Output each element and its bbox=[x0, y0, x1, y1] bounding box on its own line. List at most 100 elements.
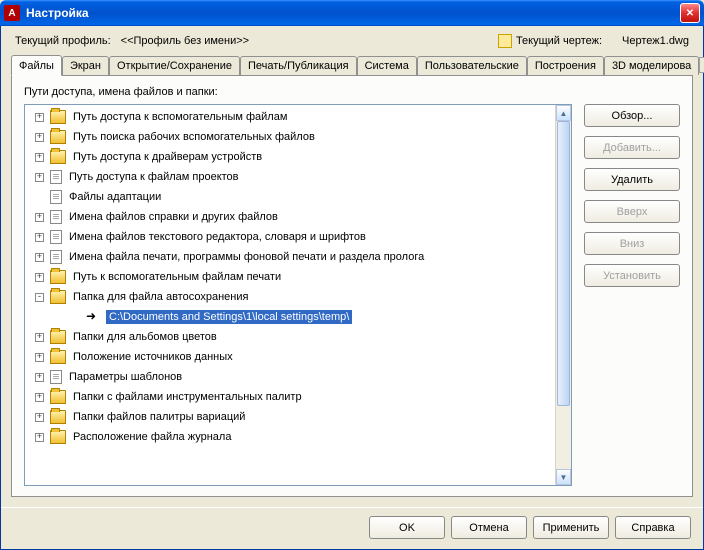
profile-row: Текущий профиль: <<Профиль без имени>> Т… bbox=[1, 26, 703, 54]
tree-label[interactable]: Имена файлов текстового редактора, слова… bbox=[66, 230, 369, 244]
tree-row[interactable]: + Имена файлов текстового редактора, слов… bbox=[25, 227, 555, 247]
expander[interactable]: + bbox=[35, 393, 44, 402]
tab-5[interactable]: Пользовательские bbox=[417, 56, 527, 75]
tree-row[interactable]: - Папка для файла автосохранения bbox=[25, 287, 555, 307]
side-button-0[interactable]: Обзор... bbox=[584, 104, 680, 127]
tree-label[interactable]: Путь доступа к файлам проектов bbox=[66, 170, 242, 184]
arrow-icon bbox=[86, 311, 102, 323]
tree-row[interactable]: + Путь к вспомогательным файлам печати bbox=[25, 267, 555, 287]
tree-row[interactable]: + Имена файлов справки и других файлов bbox=[25, 207, 555, 227]
folder-icon bbox=[50, 390, 66, 404]
expander[interactable]: + bbox=[35, 413, 44, 422]
tree-label[interactable]: Путь доступа к драйверам устройств bbox=[70, 150, 265, 164]
drawing-icon bbox=[498, 34, 512, 48]
tree-row[interactable]: + Путь поиска рабочих вспомогательных фай… bbox=[25, 127, 555, 147]
expander[interactable]: - bbox=[35, 293, 44, 302]
tree-label[interactable]: Файлы адаптации bbox=[66, 190, 164, 204]
tree-label[interactable]: Путь поиска рабочих вспомогательных файл… bbox=[70, 130, 318, 144]
tree-row[interactable]: + Папки с файлами инструментальных палитр bbox=[25, 387, 555, 407]
tree[interactable]: + Путь доступа к вспомогательным файлам + П… bbox=[25, 105, 555, 485]
folder-icon bbox=[50, 410, 66, 424]
expander bbox=[71, 313, 80, 322]
file-icon bbox=[50, 230, 62, 244]
expander[interactable]: + bbox=[35, 433, 44, 442]
panel-content: + Путь доступа к вспомогательным файлам + П… bbox=[24, 104, 680, 486]
scroll-down-button[interactable]: ▼ bbox=[556, 469, 571, 485]
vertical-scrollbar[interactable]: ▲ ▼ bbox=[555, 105, 571, 485]
folder-icon bbox=[50, 430, 66, 444]
side-button-2[interactable]: Удалить bbox=[584, 168, 680, 191]
tab-4[interactable]: Система bbox=[357, 56, 417, 75]
tree-row[interactable]: + Путь доступа к вспомогательным файлам bbox=[25, 107, 555, 127]
expander[interactable]: + bbox=[35, 153, 44, 162]
expander[interactable]: + bbox=[35, 253, 44, 262]
tree-row[interactable]: + Папки для альбомов цветов bbox=[25, 327, 555, 347]
tree-label[interactable]: Папки для альбомов цветов bbox=[70, 330, 220, 344]
tree-row[interactable]: Файлы адаптации bbox=[25, 187, 555, 207]
tree-row[interactable]: + Положение источников данных bbox=[25, 347, 555, 367]
current-drawing-value: Чертеж1.dwg bbox=[622, 35, 689, 47]
folder-icon bbox=[50, 330, 66, 344]
tree-label[interactable]: Путь к вспомогательным файлам печати bbox=[70, 270, 284, 284]
tree-label[interactable]: Папки с файлами инструментальных палитр bbox=[70, 390, 305, 404]
folder-icon bbox=[50, 270, 66, 284]
expander[interactable]: + bbox=[35, 353, 44, 362]
expander[interactable]: + bbox=[35, 373, 44, 382]
side-button-4: Вниз bbox=[584, 232, 680, 255]
tree-label[interactable]: Имена файлов справки и других файлов bbox=[66, 210, 281, 224]
tab-scroll-left[interactable]: ◄ bbox=[699, 57, 704, 73]
expander[interactable]: + bbox=[35, 273, 44, 282]
current-profile-label: Текущий профиль: bbox=[15, 35, 111, 47]
tree-row[interactable]: + Папки файлов палитры вариаций bbox=[25, 407, 555, 427]
tree-label[interactable]: Положение источников данных bbox=[70, 350, 236, 364]
expander[interactable]: + bbox=[35, 333, 44, 342]
tree-container: + Путь доступа к вспомогательным файлам + П… bbox=[24, 104, 572, 486]
tab-1[interactable]: Экран bbox=[62, 56, 109, 75]
tree-row[interactable]: + Имена файла печати, программы фоновой п… bbox=[25, 247, 555, 267]
scroll-up-button[interactable]: ▲ bbox=[556, 105, 571, 121]
tab-6[interactable]: Построения bbox=[527, 56, 604, 75]
tab-panel-files: Пути доступа, имена файлов и папки: +Пут… bbox=[11, 76, 693, 497]
tree-label[interactable]: Папки файлов палитры вариаций bbox=[70, 410, 248, 424]
tab-2[interactable]: Открытие/Сохранение bbox=[109, 56, 240, 75]
tree-row[interactable]: C:\Documents and Settings\1\local settin… bbox=[25, 307, 555, 327]
tree-label[interactable]: Имена файла печати, программы фоновой пе… bbox=[66, 250, 427, 264]
tab-3[interactable]: Печать/Публикация bbox=[240, 56, 357, 75]
tab-0[interactable]: Файлы bbox=[11, 55, 62, 76]
expander[interactable]: + bbox=[35, 213, 44, 222]
cancel-button[interactable]: Отмена bbox=[451, 516, 527, 539]
tree-row[interactable]: + Расположение файла журнала bbox=[25, 427, 555, 447]
tree-row[interactable]: + Путь доступа к файлам проектов bbox=[25, 167, 555, 187]
folder-icon bbox=[50, 130, 66, 144]
expander[interactable]: + bbox=[35, 233, 44, 242]
tree-row[interactable]: + Параметры шаблонов bbox=[25, 367, 555, 387]
tree-label[interactable]: Расположение файла журнала bbox=[70, 430, 234, 444]
current-drawing-label: Текущий чертеж: bbox=[516, 35, 602, 47]
titlebar: A Настройка ✕ bbox=[0, 0, 704, 26]
tree-row[interactable]: + Путь доступа к драйверам устройств bbox=[25, 147, 555, 167]
expander[interactable]: + bbox=[35, 133, 44, 142]
side-button-3: Вверх bbox=[584, 200, 680, 223]
bottom-button-bar: OK Отмена Применить Справка bbox=[1, 507, 703, 549]
help-button[interactable]: Справка bbox=[615, 516, 691, 539]
tree-label[interactable]: Папка для файла автосохранения bbox=[70, 290, 251, 304]
tree-label[interactable]: Путь доступа к вспомогательным файлам bbox=[70, 110, 290, 124]
scroll-track[interactable] bbox=[556, 121, 571, 469]
file-icon bbox=[50, 250, 62, 264]
app-icon: A bbox=[4, 5, 20, 21]
tab-scroll: ◄ ► bbox=[699, 57, 704, 73]
expander[interactable]: + bbox=[35, 173, 44, 182]
apply-button[interactable]: Применить bbox=[533, 516, 609, 539]
scroll-thumb[interactable] bbox=[557, 121, 570, 406]
file-icon bbox=[50, 170, 62, 184]
close-button[interactable]: ✕ bbox=[680, 3, 700, 23]
tab-7[interactable]: 3D моделирова bbox=[604, 56, 699, 75]
tree-label[interactable]: Параметры шаблонов bbox=[66, 370, 185, 384]
file-icon bbox=[50, 370, 62, 384]
expander[interactable]: + bbox=[35, 113, 44, 122]
window-title: Настройка bbox=[26, 6, 680, 20]
expander bbox=[35, 193, 44, 202]
folder-icon bbox=[50, 110, 66, 124]
tree-label[interactable]: C:\Documents and Settings\1\local settin… bbox=[106, 310, 352, 324]
ok-button[interactable]: OK bbox=[369, 516, 445, 539]
